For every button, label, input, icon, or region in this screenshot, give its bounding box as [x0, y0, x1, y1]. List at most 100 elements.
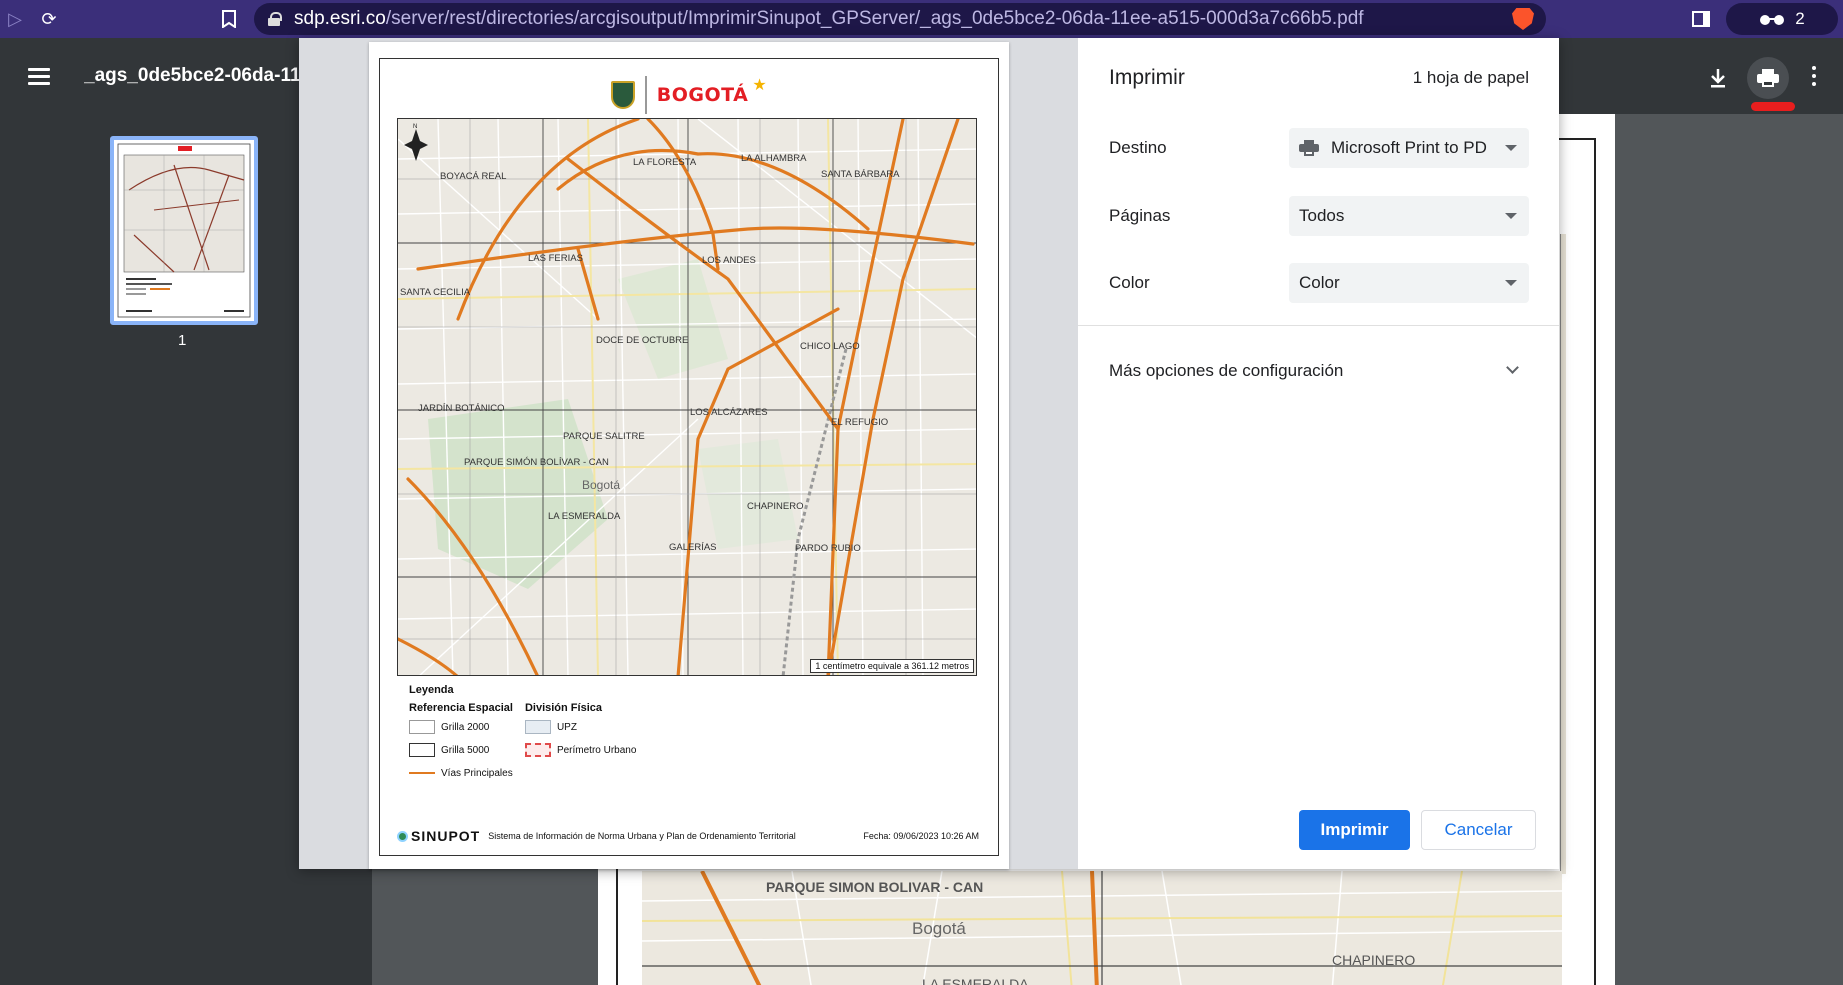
- sheet-footer: SINUPOT Sistema de Información de Norma …: [397, 827, 979, 845]
- url-domain: sdp.esri.co: [294, 8, 386, 29]
- pages-row: Páginas Todos: [1109, 195, 1529, 237]
- footer-description: Sistema de Información de Norma Urbana y…: [488, 831, 796, 841]
- map-label: BOYACÁ REAL: [440, 171, 506, 182]
- color-row: Color Color: [1109, 262, 1529, 304]
- map-label: LA ALHAMBRA: [741, 153, 807, 164]
- legend-item: Grilla 5000: [441, 744, 490, 756]
- map-label: LOS ANDES: [702, 255, 756, 266]
- menu-icon[interactable]: [28, 68, 50, 85]
- dropdown-arrow-icon: [1505, 145, 1517, 151]
- dialog-title: Imprimir: [1109, 66, 1185, 89]
- printer-icon: [1299, 140, 1319, 156]
- bg-label: Bogotá: [912, 919, 966, 938]
- legend-item: UPZ: [556, 721, 577, 733]
- star-icon: ★: [752, 77, 767, 94]
- map-label: SANTA BÁRBARA: [821, 169, 900, 180]
- cancel-button[interactable]: Cancelar: [1421, 810, 1536, 850]
- forward-icon[interactable]: ▷: [0, 4, 30, 34]
- sheet-count: 1 hoja de papel: [1412, 68, 1529, 87]
- document-title: _ags_0de5bce2-06da-11ee-a515-000d3a7c66b…: [84, 65, 304, 86]
- legend-item: Perímetro Urbano: [556, 744, 637, 756]
- legend-col2-title: División Física: [524, 702, 602, 714]
- preview-sheet: BOGOTÁ ★ N BOYACÁ REAL LA FLORESTA LA AL…: [369, 42, 1009, 869]
- color-value: Color: [1299, 273, 1340, 292]
- destination-value: Microsoft Print to PD: [1331, 138, 1487, 157]
- legend-item: Grilla 2000: [441, 721, 490, 733]
- bg-label: CHAPINERO: [1332, 952, 1415, 968]
- svg-text:N: N: [413, 124, 417, 130]
- destination-row: Destino Microsoft Print to PD: [1109, 127, 1529, 169]
- private-window-count: 2: [1795, 9, 1805, 28]
- pages-label: Páginas: [1109, 206, 1171, 225]
- map-label: LA ESMERALDA: [548, 511, 621, 522]
- more-settings-label: Más opciones de configuración: [1109, 361, 1344, 380]
- destination-select[interactable]: Microsoft Print to PD: [1289, 128, 1529, 168]
- browser-bar: ▷ ⟳ sdp.esri.co/server/rest/directories/…: [0, 0, 1843, 38]
- map-label: PARQUE SALITRE: [563, 431, 645, 442]
- bg-label: PARQUE SIMON BOLIVAR - CAN: [766, 879, 983, 895]
- map-label: CHICO LAGO: [800, 341, 860, 352]
- page-thumbnail[interactable]: [110, 136, 258, 325]
- map-label: Bogotá: [582, 478, 620, 492]
- destination-label: Destino: [1109, 138, 1167, 157]
- color-select[interactable]: Color: [1289, 263, 1529, 303]
- swatch-perimetro: [524, 743, 551, 757]
- footer-date: Fecha: 09/06/2023 10:26 AM: [863, 831, 979, 841]
- download-icon[interactable]: [1703, 63, 1733, 93]
- print-dialog: BOGOTÁ ★ N BOYACÁ REAL LA FLORESTA LA AL…: [299, 38, 1559, 869]
- legend: Leyenda Referencia Espacial Grilla 2000 …: [409, 684, 969, 789]
- bookmark-icon[interactable]: [214, 4, 244, 34]
- more-options-icon[interactable]: [1812, 66, 1816, 86]
- map-label: SANTA CECILIA: [400, 287, 471, 298]
- pages-value: Todos: [1299, 206, 1345, 225]
- pages-select[interactable]: Todos: [1289, 196, 1529, 236]
- map-label: PARQUE SIMÓN BOLÍVAR - CAN: [464, 457, 609, 468]
- swatch-grilla5000: [409, 743, 435, 757]
- map-label: EL REFUGIO: [831, 417, 888, 428]
- map-label: GALERÍAS: [669, 542, 717, 553]
- sinupot-brand: SINUPOT: [411, 828, 481, 844]
- map-label: JARDÍN BOTÁNICO: [418, 403, 505, 414]
- legend-title: Leyenda: [409, 684, 454, 696]
- bogota-logo-text: BOGOTÁ: [656, 84, 749, 106]
- bg-label: LA ESMERALDA: [922, 976, 1029, 985]
- alcaldia-logo: BOGOTÁ ★: [369, 70, 1009, 120]
- dropdown-arrow-icon: [1505, 213, 1517, 219]
- lock-icon: [268, 12, 282, 26]
- incognito-glasses-icon: [1760, 15, 1785, 25]
- private-window-pill[interactable]: 2: [1726, 3, 1838, 35]
- url-path: /server/rest/directories/arcgisoutput/Im…: [385, 8, 1364, 29]
- print-preview: BOGOTÁ ★ N BOYACÁ REAL LA FLORESTA LA AL…: [299, 38, 1078, 869]
- thumbnail-page-number: 1: [178, 332, 187, 349]
- map-label: LOS ALCÁZARES: [690, 407, 768, 418]
- map-label: LAS FERIAS: [528, 253, 583, 264]
- more-settings-toggle[interactable]: Más opciones de configuración: [1109, 356, 1529, 386]
- sinupot-logo: SINUPOT: [397, 828, 480, 844]
- map-label: CHAPINERO: [747, 501, 803, 512]
- sidebar-toggle-icon[interactable]: [1686, 4, 1716, 34]
- divider: [1078, 325, 1559, 326]
- chevron-down-icon: [1506, 361, 1519, 374]
- sinupot-icon: [397, 830, 408, 842]
- color-label: Color: [1109, 273, 1150, 292]
- map-label: LA FLORESTA: [633, 157, 697, 168]
- dropdown-arrow-icon: [1505, 280, 1517, 286]
- address-bar[interactable]: sdp.esri.co/server/rest/directories/arcg…: [254, 3, 1546, 35]
- print-highlight-mark: [1751, 102, 1795, 111]
- print-settings-panel: Imprimir 1 hoja de papel Destino Microso…: [1078, 38, 1559, 869]
- legend-col-division: División Física UPZ Perímetro Urbano: [524, 702, 637, 789]
- map-frame: N BOYACÁ REAL LA FLORESTA LA ALHAMBRA SANTA…: [397, 118, 977, 676]
- swatch-vias: [409, 772, 435, 774]
- reload-icon[interactable]: ⟳: [34, 4, 64, 34]
- scale-note: 1 centímetro equivale a 361.12 metros: [810, 659, 974, 673]
- print-submit-button[interactable]: Imprimir: [1299, 810, 1410, 850]
- coat-of-arms-icon: [611, 81, 636, 109]
- print-button[interactable]: [1747, 57, 1789, 99]
- map-edge: [1560, 234, 1566, 874]
- legend-col1-title: Referencia Espacial: [409, 702, 513, 714]
- printer-icon: [1757, 69, 1779, 87]
- background-map-strip: PARQUE SIMON BOLIVAR - CAN Bogotá CHAPIN…: [642, 871, 1562, 985]
- swatch-upz: [524, 720, 551, 734]
- map-label: PARDO RUBIO: [795, 543, 861, 554]
- swatch-grilla2000: [409, 720, 435, 734]
